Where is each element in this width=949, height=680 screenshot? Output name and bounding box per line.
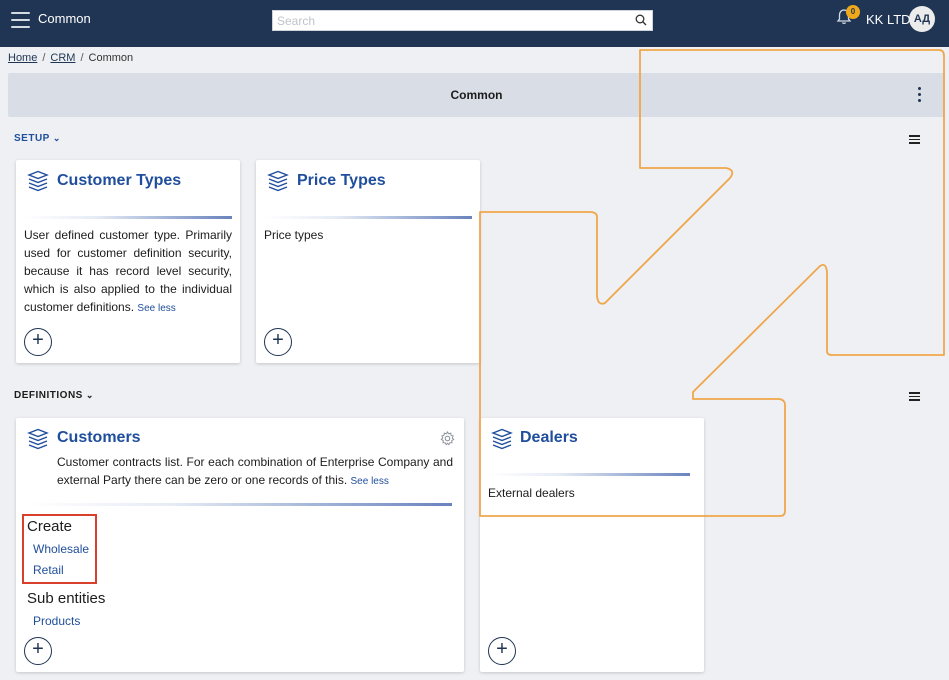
add-price-type-button[interactable]: +	[264, 328, 292, 356]
card-title-price-types[interactable]: Price Types	[297, 172, 386, 190]
chevron-down-icon: ⌄	[52, 133, 61, 143]
breadcrumb: Home / CRM / Common	[8, 52, 134, 64]
add-dealer-button[interactable]: +	[488, 637, 516, 665]
breadcrumb-home[interactable]: Home	[8, 52, 37, 64]
gear-icon[interactable]	[440, 431, 455, 446]
card-divider	[264, 216, 472, 219]
breadcrumb-current: Common	[88, 52, 134, 64]
see-less-link[interactable]: See less	[351, 476, 389, 487]
notification-badge: 0	[846, 5, 860, 19]
card-title-customer-types[interactable]: Customer Types	[57, 172, 181, 190]
stack-icon	[27, 428, 49, 450]
card-description-price-types: Price types	[264, 228, 324, 242]
page-header: Common	[8, 73, 945, 117]
search-input[interactable]	[273, 11, 623, 30]
breadcrumb-crm[interactable]: CRM	[50, 52, 75, 64]
definitions-list-view-icon[interactable]	[909, 392, 920, 401]
section-setup-toggle[interactable]: SETUP ⌄	[14, 133, 61, 144]
card-description-customer-types: User defined customer type. Primarily us…	[24, 226, 232, 318]
card-divider	[488, 473, 690, 476]
add-customer-type-button[interactable]: +	[24, 328, 52, 356]
description-text: User defined customer type. Primarily us…	[24, 228, 232, 314]
card-title-dealers[interactable]: Dealers	[520, 429, 578, 447]
search-icon[interactable]	[635, 14, 647, 26]
add-customer-button[interactable]: +	[24, 637, 52, 665]
stack-icon	[491, 428, 513, 450]
hamburger-menu-icon[interactable]	[11, 12, 30, 28]
avatar[interactable]: АД	[909, 6, 935, 32]
search-box[interactable]	[272, 10, 653, 31]
sub-entity-products-link[interactable]: Products	[33, 614, 80, 628]
app-title: Common	[38, 11, 91, 26]
section-setup-label: SETUP	[14, 133, 50, 144]
highlight-box	[22, 514, 97, 584]
description-text: Customer contracts list. For each combin…	[57, 455, 453, 487]
card-price-types	[256, 160, 480, 363]
stack-icon	[267, 170, 289, 192]
card-description-customers: Customer contracts list. For each combin…	[57, 453, 453, 491]
card-divider	[24, 503, 452, 506]
more-options-icon[interactable]	[916, 87, 922, 105]
stack-icon	[27, 170, 49, 192]
card-dealers	[480, 418, 704, 672]
section-definitions-toggle[interactable]: DEFINITIONS ⌄	[14, 390, 94, 401]
company-name[interactable]: KK LTD	[866, 12, 911, 27]
sub-entities-heading: Sub entities	[27, 590, 106, 607]
card-title-customers[interactable]: Customers	[57, 429, 141, 447]
top-bar: Common 0 KK LTD АД	[0, 0, 949, 47]
setup-list-view-icon[interactable]	[909, 135, 920, 144]
card-description-dealers: External dealers	[488, 486, 575, 500]
page-title: Common	[450, 88, 503, 102]
chevron-down-icon: ⌄	[85, 390, 94, 400]
section-definitions-label: DEFINITIONS	[14, 390, 83, 401]
card-divider	[24, 216, 232, 219]
see-less-link[interactable]: See less	[137, 303, 175, 314]
